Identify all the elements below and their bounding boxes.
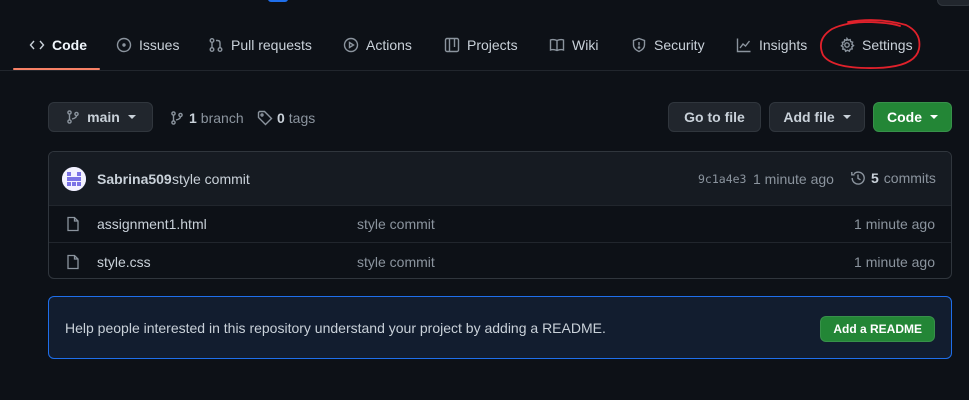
tab-code[interactable]: Code xyxy=(29,22,87,68)
history-icon xyxy=(851,171,865,185)
active-tab-underline xyxy=(13,68,100,70)
branches-count: 1 xyxy=(189,110,197,126)
file-commit-time: 1 minute ago xyxy=(854,254,935,270)
tab-insights[interactable]: Insights xyxy=(736,22,807,68)
tags-label: tags xyxy=(288,110,316,126)
tab-label: Issues xyxy=(139,37,180,53)
commit-message[interactable]: style commit xyxy=(172,171,250,187)
play-icon xyxy=(343,37,359,53)
commit-sha[interactable]: 9c1a4e3 xyxy=(698,172,746,186)
tab-label: Security xyxy=(654,37,705,53)
repo-name-fragment[interactable] xyxy=(268,0,288,2)
git-branch-icon xyxy=(67,110,79,124)
branches-label: branch xyxy=(200,110,244,126)
tab-label: Code xyxy=(52,37,87,53)
tag-icon xyxy=(257,110,273,126)
file-commit-time: 1 minute ago xyxy=(854,216,935,232)
branch-name: main xyxy=(87,109,120,125)
tab-settings[interactable]: Settings xyxy=(839,22,913,68)
tab-label: Actions xyxy=(366,37,412,53)
avatar[interactable] xyxy=(62,167,86,191)
commit-time: 1 minute ago xyxy=(753,171,834,187)
go-to-file-label: Go to file xyxy=(684,109,745,125)
file-commit-message[interactable]: style commit xyxy=(357,216,435,232)
file-icon xyxy=(67,216,79,232)
tab-label: Projects xyxy=(467,37,518,53)
shield-icon xyxy=(632,37,646,53)
commit-author[interactable]: Sabrina509 xyxy=(97,171,172,187)
tab-label: Pull requests xyxy=(231,37,312,53)
repo-nav-tabs: Code Issues Pull requests Actions Projec… xyxy=(0,22,969,71)
add-readme-button[interactable]: Add a README xyxy=(820,316,935,342)
tab-projects[interactable]: Projects xyxy=(444,22,518,68)
file-list-box: Sabrina509 style commit 9c1a4e3 1 minute… xyxy=(48,151,952,279)
table-icon xyxy=(444,37,460,53)
tags-link[interactable]: 0 tags xyxy=(257,108,315,128)
tab-issues[interactable]: Issues xyxy=(116,22,179,68)
repository-page: Code Issues Pull requests Actions Projec… xyxy=(0,0,969,400)
tab-label: Settings xyxy=(862,37,913,53)
readme-prompt-text: Help people interested in this repositor… xyxy=(65,320,606,336)
file-name[interactable]: assignment1.html xyxy=(97,216,207,232)
chevron-down-icon xyxy=(930,115,938,119)
tab-label: Insights xyxy=(759,37,808,53)
commits-count: 5 xyxy=(871,170,879,186)
file-row[interactable]: assignment1.html style commit 1 minute a… xyxy=(49,205,951,242)
chevron-down-icon xyxy=(842,115,851,119)
gear-icon xyxy=(840,37,855,53)
tab-label: Wiki xyxy=(572,37,599,53)
readme-prompt-banner: Help people interested in this repositor… xyxy=(48,296,952,359)
code-button[interactable]: Code xyxy=(873,102,952,132)
issue-opened-icon xyxy=(116,37,132,53)
pull-request-icon xyxy=(209,38,223,52)
tab-security[interactable]: Security xyxy=(631,22,705,68)
identicon xyxy=(62,167,86,191)
branch-select-button[interactable]: main xyxy=(48,102,153,132)
commits-label: commits xyxy=(883,170,936,186)
branches-link[interactable]: 1 branch xyxy=(169,108,244,128)
git-branch-icon xyxy=(171,111,183,125)
code-icon xyxy=(29,40,45,50)
file-icon xyxy=(67,254,79,270)
header-button-fragment[interactable] xyxy=(937,0,969,6)
tab-pull-requests[interactable]: Pull requests xyxy=(208,22,312,68)
tab-wiki[interactable]: Wiki xyxy=(549,22,598,68)
go-to-file-button[interactable]: Go to file xyxy=(668,102,761,132)
file-name[interactable]: style.css xyxy=(97,254,151,270)
tab-actions[interactable]: Actions xyxy=(343,22,412,68)
file-commit-message[interactable]: style commit xyxy=(357,254,435,270)
code-button-label: Code xyxy=(887,109,922,125)
tags-count: 0 xyxy=(277,110,285,126)
latest-commit-bar: Sabrina509 style commit 9c1a4e3 1 minute… xyxy=(49,152,951,206)
book-icon xyxy=(549,38,565,52)
commits-history-link[interactable]: 5 commits xyxy=(850,170,936,186)
chevron-down-icon xyxy=(127,115,136,119)
top-strip xyxy=(0,0,969,8)
file-row[interactable]: style.css style commit 1 minute ago xyxy=(49,242,951,278)
graph-icon xyxy=(736,38,751,53)
add-file-label: Add file xyxy=(783,109,835,125)
add-file-button[interactable]: Add file xyxy=(769,102,865,132)
